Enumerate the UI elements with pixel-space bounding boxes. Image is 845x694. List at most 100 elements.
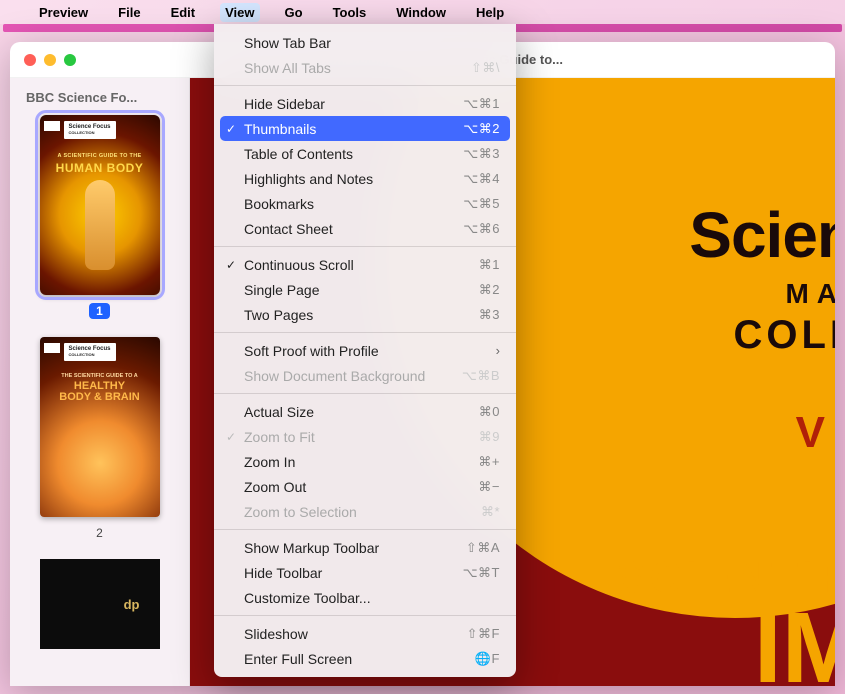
menu-item-table-of-contents[interactable]: Table of Contents⌥⌘3 <box>214 141 516 166</box>
menu-item-shortcut: ⌘− <box>478 479 500 495</box>
menu-item-shortcut: ⇧⌘\ <box>471 60 500 76</box>
menu-view[interactable]: View <box>220 3 259 22</box>
menu-item-label: Show Markup Toolbar <box>244 540 466 556</box>
menu-item-label: Hide Sidebar <box>244 96 463 112</box>
menu-item-show-markup-toolbar[interactable]: Show Markup Toolbar⇧⌘A <box>214 535 516 560</box>
thumbnail-page-3[interactable]: dp <box>22 559 177 649</box>
cover-brand-line2: MA <box>785 278 835 310</box>
menu-item-label: Enter Full Screen <box>244 651 475 667</box>
minimize-button[interactable] <box>44 54 56 66</box>
menu-item-shortcut: ⌥⌘3 <box>463 146 500 162</box>
menu-separator <box>214 529 516 530</box>
menu-item-label: Single Page <box>244 282 479 298</box>
menu-item-shortcut: ⇧⌘F <box>467 626 500 642</box>
menu-item-shortcut: ⌘0 <box>479 404 500 420</box>
view-menu-dropdown[interactable]: Show Tab Bar Show All Tabs⇧⌘\ Hide Sidebar… <box>214 24 516 677</box>
menu-separator <box>214 332 516 333</box>
magazine-label: Science Focus COLLECTION <box>64 343 116 361</box>
menu-item-thumbnails[interactable]: ✓Thumbnails⌥⌘2 <box>220 116 510 141</box>
menu-separator <box>214 393 516 394</box>
menu-separator <box>214 246 516 247</box>
thumbnail-image[interactable]: Science Focus COLLECTION A SCIENTIFIC GU… <box>40 115 160 295</box>
menu-item-shortcut: ⌥⌘6 <box>463 221 500 237</box>
menu-tools[interactable]: Tools <box>328 3 372 22</box>
menu-item-label: Highlights and Notes <box>244 171 463 187</box>
menu-item-show-document-background: Show Document Background⌥⌘B <box>214 363 516 388</box>
menu-item-shortcut: ⌥⌘T <box>463 565 500 581</box>
menu-item-show-all-tabs: Show All Tabs⇧⌘\ <box>214 55 516 80</box>
menu-item-zoom-out[interactable]: Zoom Out⌘− <box>214 474 516 499</box>
menu-item-shortcut: ⌘* <box>481 504 500 520</box>
menu-item-label: Customize Toolbar... <box>244 590 500 606</box>
sidebar-title: BBC Science Fo... <box>22 88 177 115</box>
thumbnail-page-1[interactable]: Science Focus COLLECTION A SCIENTIFIC GU… <box>22 115 177 319</box>
menu-item-single-page[interactable]: Single Page⌘2 <box>214 277 516 302</box>
menu-item-label: Thumbnails <box>244 121 463 137</box>
menu-edit[interactable]: Edit <box>166 3 201 22</box>
menu-item-shortcut: ⌘+ <box>478 454 500 470</box>
menu-bar[interactable]: Preview File Edit View Go Tools Window H… <box>0 0 845 24</box>
menu-item-shortcut: ⌥⌘5 <box>463 196 500 212</box>
menu-item-hide-sidebar[interactable]: Hide Sidebar⌥⌘1 <box>214 91 516 116</box>
menu-item-show-tab-bar[interactable]: Show Tab Bar <box>214 30 516 55</box>
menu-item-highlights-and-notes[interactable]: Highlights and Notes⌥⌘4 <box>214 166 516 191</box>
menu-item-enter-full-screen[interactable]: Enter Full Screen🌐F <box>214 646 516 671</box>
menu-item-slideshow[interactable]: Slideshow⇧⌘F <box>214 621 516 646</box>
page-number-badge: 1 <box>89 303 110 319</box>
menu-item-shortcut: ⌘3 <box>479 307 500 323</box>
bbc-logo <box>44 121 60 131</box>
cover-title: HEALTHY BODY & BRAIN <box>40 381 160 403</box>
menu-item-shortcut: ⌘1 <box>479 257 500 273</box>
magazine-label: Science Focus COLLECTION <box>64 121 116 139</box>
menu-item-shortcut: ⇧⌘A <box>466 540 500 556</box>
menu-item-label: Zoom to Selection <box>244 504 481 520</box>
menu-item-label: Show Document Background <box>244 368 462 384</box>
check-icon: ✓ <box>226 258 236 272</box>
thumbnails-sidebar[interactable]: BBC Science Fo... Science Focus COLLECTI… <box>10 78 190 686</box>
menu-item-label: Zoom In <box>244 454 478 470</box>
zoom-button[interactable] <box>64 54 76 66</box>
menu-item-label: Zoom Out <box>244 479 478 495</box>
menu-file[interactable]: File <box>113 3 145 22</box>
chevron-right-icon: › <box>496 343 500 358</box>
menu-item-shortcut: ⌘2 <box>479 282 500 298</box>
bbc-logo <box>44 343 60 353</box>
dp-logo: dp <box>124 597 140 612</box>
cover-title: HUMAN BODY <box>40 161 160 175</box>
menu-item-zoom-in[interactable]: Zoom In⌘+ <box>214 449 516 474</box>
menu-item-label: Slideshow <box>244 626 467 642</box>
menu-item-shortcut: ⌥⌘B <box>462 368 500 384</box>
menu-item-label: Hide Toolbar <box>244 565 463 581</box>
menu-item-label: Show Tab Bar <box>244 35 500 51</box>
cover-brand-line4: V <box>796 408 825 458</box>
menu-window[interactable]: Window <box>391 3 451 22</box>
thumbnail-page-2[interactable]: Science Focus COLLECTION THE SCIENTIFIC … <box>22 337 177 541</box>
menu-item-shortcut: ⌘9 <box>479 429 500 445</box>
page-number: 2 <box>89 525 110 541</box>
menu-item-customize-toolbar[interactable]: Customize Toolbar... <box>214 585 516 610</box>
menu-item-shortcut: ⌥⌘1 <box>463 96 500 112</box>
thumbnail-image[interactable]: Science Focus COLLECTION THE SCIENTIFIC … <box>40 337 160 517</box>
menu-item-zoom-to-fit: ✓Zoom to Fit⌘9 <box>214 424 516 449</box>
menu-item-continuous-scroll[interactable]: ✓Continuous Scroll⌘1 <box>214 252 516 277</box>
close-button[interactable] <box>24 54 36 66</box>
menu-item-two-pages[interactable]: Two Pages⌘3 <box>214 302 516 327</box>
menu-item-label: Actual Size <box>244 404 479 420</box>
app-menu[interactable]: Preview <box>34 3 93 22</box>
thumbnail-image[interactable]: dp <box>40 559 160 649</box>
menu-separator <box>214 615 516 616</box>
menu-item-soft-proof-with-profile[interactable]: Soft Proof with Profile› <box>214 338 516 363</box>
menu-item-label: Show All Tabs <box>244 60 471 76</box>
menu-item-contact-sheet[interactable]: Contact Sheet⌥⌘6 <box>214 216 516 241</box>
menu-item-bookmarks[interactable]: Bookmarks⌥⌘5 <box>214 191 516 216</box>
menu-item-label: Bookmarks <box>244 196 463 212</box>
menu-item-zoom-to-selection: Zoom to Selection⌘* <box>214 499 516 524</box>
menu-item-hide-toolbar[interactable]: Hide Toolbar⌥⌘T <box>214 560 516 585</box>
menu-item-shortcut: 🌐F <box>475 651 500 667</box>
menu-item-actual-size[interactable]: Actual Size⌘0 <box>214 399 516 424</box>
menu-item-label: Table of Contents <box>244 146 463 162</box>
cover-figure <box>85 180 115 270</box>
check-icon: ✓ <box>226 122 236 136</box>
menu-go[interactable]: Go <box>280 3 308 22</box>
menu-help[interactable]: Help <box>471 3 509 22</box>
